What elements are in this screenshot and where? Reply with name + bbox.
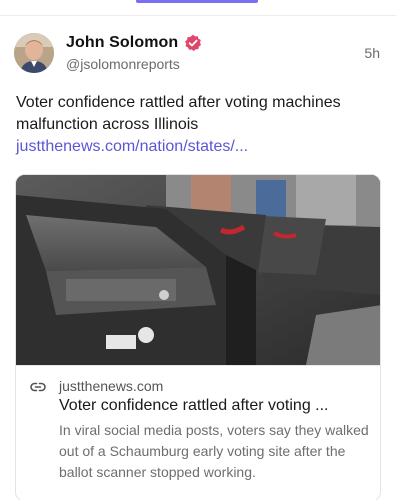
preview-domain: justthenews.com	[59, 378, 164, 394]
avatar[interactable]	[14, 33, 54, 73]
top-tab-strip	[0, 0, 396, 16]
author-handle[interactable]: @jsolomonreports	[66, 56, 180, 72]
preview-description: In viral social media posts, voters say …	[59, 422, 369, 480]
preview-meta[interactable]: justthenews.com Voter confidence rattled…	[16, 365, 380, 500]
post-link[interactable]: justthenews.com/nation/states/...	[16, 136, 248, 158]
preview-image[interactable]	[16, 175, 380, 365]
preview-title[interactable]: Voter confidence rattled after voting ..…	[59, 397, 371, 415]
post-text: Voter confidence rattled after voting ma…	[16, 94, 341, 133]
active-tab-indicator	[136, 0, 258, 3]
post[interactable]: John Solomon @jsolomonreports 5h Voter c…	[0, 16, 396, 500]
post-timestamp: 5h	[364, 45, 380, 61]
author-name[interactable]: John Solomon	[66, 34, 178, 52]
verified-badge-icon	[184, 34, 202, 52]
link-preview-card[interactable]: justthenews.com Voter confidence rattled…	[15, 174, 381, 500]
link-icon	[30, 379, 46, 395]
